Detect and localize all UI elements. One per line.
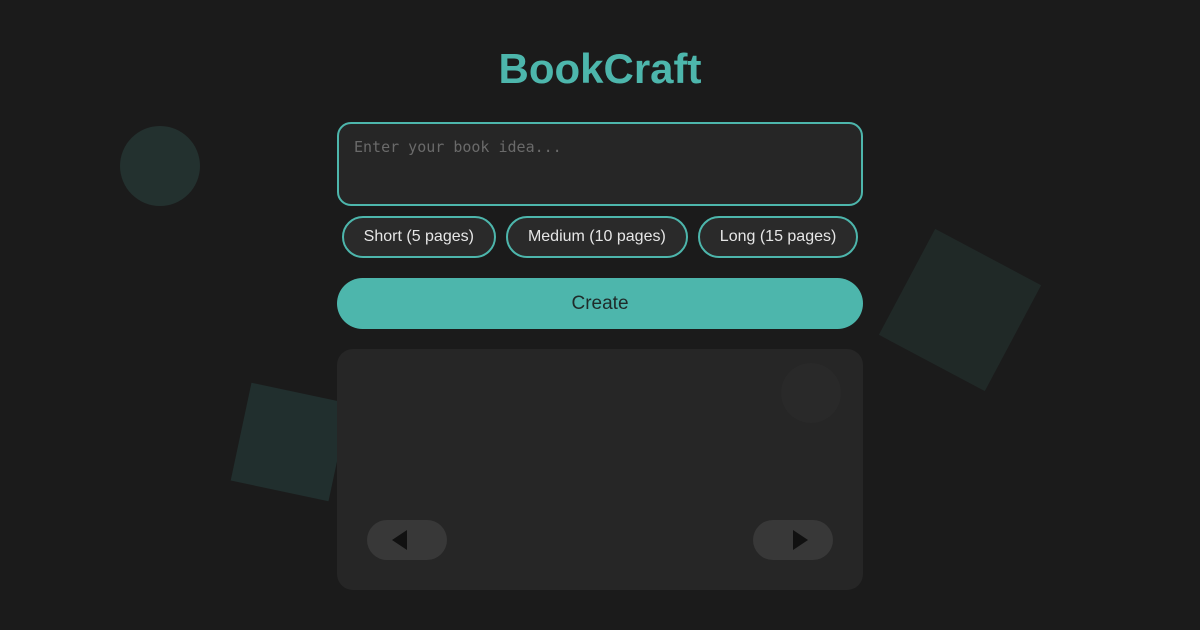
previous-page-button[interactable] xyxy=(367,520,447,560)
length-medium-button[interactable]: Medium (10 pages) xyxy=(505,216,688,258)
next-page-button[interactable] xyxy=(753,520,833,560)
decorative-square-left xyxy=(230,382,350,502)
length-options: Short (5 pages) Medium (10 pages) Long (… xyxy=(0,216,1200,258)
length-long-button[interactable]: Long (15 pages) xyxy=(697,216,859,258)
app-root: BookCraft Short (5 pages) Medium (10 pag… xyxy=(0,0,1200,630)
length-short-button[interactable]: Short (5 pages) xyxy=(341,216,496,258)
panel-decorative-circle xyxy=(781,363,841,423)
app-title: BookCraft xyxy=(498,45,702,92)
create-button[interactable]: Create xyxy=(337,278,863,329)
decorative-circle xyxy=(120,126,200,206)
book-idea-input[interactable] xyxy=(337,122,863,206)
triangle-right-icon xyxy=(793,530,808,550)
triangle-left-icon xyxy=(392,530,407,550)
book-viewer-panel xyxy=(337,349,863,590)
